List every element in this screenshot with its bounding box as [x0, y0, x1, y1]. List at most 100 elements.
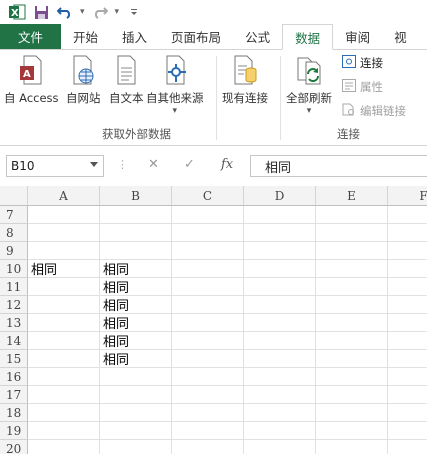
- column-header-b[interactable]: B: [100, 186, 172, 206]
- cell[interactable]: [28, 296, 100, 314]
- cell[interactable]: [316, 332, 388, 350]
- cell[interactable]: 相同: [100, 332, 172, 350]
- properties-button[interactable]: 属性: [342, 79, 383, 95]
- cell[interactable]: [388, 368, 427, 386]
- cell[interactable]: [28, 314, 100, 332]
- cell[interactable]: [388, 224, 427, 242]
- cell[interactable]: [388, 260, 427, 278]
- cell[interactable]: [172, 296, 244, 314]
- refresh-all-button[interactable]: 全部刷新 ▾: [286, 54, 332, 116]
- cell[interactable]: [388, 404, 427, 422]
- cell[interactable]: [172, 440, 244, 454]
- cell[interactable]: [100, 422, 172, 440]
- cell[interactable]: [100, 386, 172, 404]
- tab-insert[interactable]: 插入: [110, 24, 159, 49]
- cell[interactable]: [316, 368, 388, 386]
- cell[interactable]: [388, 386, 427, 404]
- column-header-f[interactable]: F: [388, 186, 427, 206]
- cell[interactable]: [316, 440, 388, 454]
- cell[interactable]: 相同: [100, 278, 172, 296]
- cell[interactable]: [244, 350, 316, 368]
- cell[interactable]: 相同: [100, 260, 172, 278]
- tab-file[interactable]: 文件: [0, 24, 62, 49]
- row-header[interactable]: 15: [0, 350, 28, 368]
- cell[interactable]: [28, 404, 100, 422]
- row-header[interactable]: 11: [0, 278, 28, 296]
- cell[interactable]: [100, 224, 172, 242]
- cell[interactable]: [172, 386, 244, 404]
- cell[interactable]: [100, 242, 172, 260]
- edit-links-button[interactable]: 编辑链接: [342, 103, 406, 119]
- cell[interactable]: [172, 242, 244, 260]
- cell[interactable]: [388, 278, 427, 296]
- tab-home[interactable]: 开始: [61, 24, 110, 49]
- cell[interactable]: [100, 368, 172, 386]
- cell[interactable]: [316, 386, 388, 404]
- cell[interactable]: [28, 350, 100, 368]
- tab-view[interactable]: 视: [382, 24, 419, 49]
- cell[interactable]: [28, 242, 100, 260]
- name-box[interactable]: B10: [6, 155, 104, 177]
- cell[interactable]: [172, 206, 244, 224]
- cell[interactable]: [316, 242, 388, 260]
- tab-page-layout[interactable]: 页面布局: [159, 24, 233, 49]
- tab-data[interactable]: 数据: [282, 24, 334, 50]
- cell[interactable]: [172, 278, 244, 296]
- cell[interactable]: [316, 422, 388, 440]
- cell[interactable]: [388, 242, 427, 260]
- cell[interactable]: [172, 332, 244, 350]
- cell[interactable]: [388, 206, 427, 224]
- column-header-e[interactable]: E: [316, 186, 388, 206]
- connections-button[interactable]: 连接: [342, 55, 383, 71]
- tab-review[interactable]: 审阅: [333, 24, 382, 49]
- save-icon[interactable]: [32, 3, 50, 21]
- row-header[interactable]: 18: [0, 404, 28, 422]
- cell[interactable]: [316, 278, 388, 296]
- cell[interactable]: [28, 368, 100, 386]
- cell[interactable]: 相同: [100, 350, 172, 368]
- cell[interactable]: [28, 440, 100, 454]
- row-header[interactable]: 7: [0, 206, 28, 224]
- cell[interactable]: [28, 278, 100, 296]
- redo-icon[interactable]: [91, 3, 109, 21]
- undo-dropdown-icon[interactable]: ▾: [80, 7, 85, 17]
- cell[interactable]: [100, 206, 172, 224]
- cell[interactable]: [316, 224, 388, 242]
- row-header[interactable]: 19: [0, 422, 28, 440]
- row-header[interactable]: 16: [0, 368, 28, 386]
- insert-function-icon[interactable]: fx: [221, 157, 233, 172]
- cell[interactable]: [172, 224, 244, 242]
- from-other-sources-button[interactable]: 自其他来源 ▾: [146, 54, 204, 116]
- cell[interactable]: [388, 350, 427, 368]
- row-header[interactable]: 13: [0, 314, 28, 332]
- select-all-corner[interactable]: [0, 186, 28, 206]
- cell[interactable]: [172, 350, 244, 368]
- cell[interactable]: [28, 206, 100, 224]
- cell[interactable]: [244, 314, 316, 332]
- cell[interactable]: [244, 296, 316, 314]
- existing-connections-button[interactable]: 现有连接: [222, 54, 268, 106]
- customize-icon[interactable]: [125, 3, 143, 21]
- redo-dropdown-icon[interactable]: ▾: [115, 7, 120, 17]
- row-header[interactable]: 9: [0, 242, 28, 260]
- cell[interactable]: [388, 422, 427, 440]
- column-header-a[interactable]: A: [28, 186, 100, 206]
- cell[interactable]: [28, 386, 100, 404]
- column-header-c[interactable]: C: [172, 186, 244, 206]
- cell[interactable]: [172, 314, 244, 332]
- name-box-dropdown-icon[interactable]: [90, 162, 98, 167]
- cell[interactable]: [172, 368, 244, 386]
- undo-icon[interactable]: [56, 3, 74, 21]
- cell[interactable]: [388, 296, 427, 314]
- cell[interactable]: [316, 404, 388, 422]
- cancel-icon[interactable]: ✕: [148, 157, 159, 172]
- row-header[interactable]: 12: [0, 296, 28, 314]
- cell[interactable]: [316, 206, 388, 224]
- cell[interactable]: [244, 224, 316, 242]
- column-header-d[interactable]: D: [244, 186, 316, 206]
- cell[interactable]: [244, 440, 316, 454]
- cell[interactable]: [172, 422, 244, 440]
- cell[interactable]: [244, 278, 316, 296]
- cell[interactable]: [316, 296, 388, 314]
- row-header[interactable]: 14: [0, 332, 28, 350]
